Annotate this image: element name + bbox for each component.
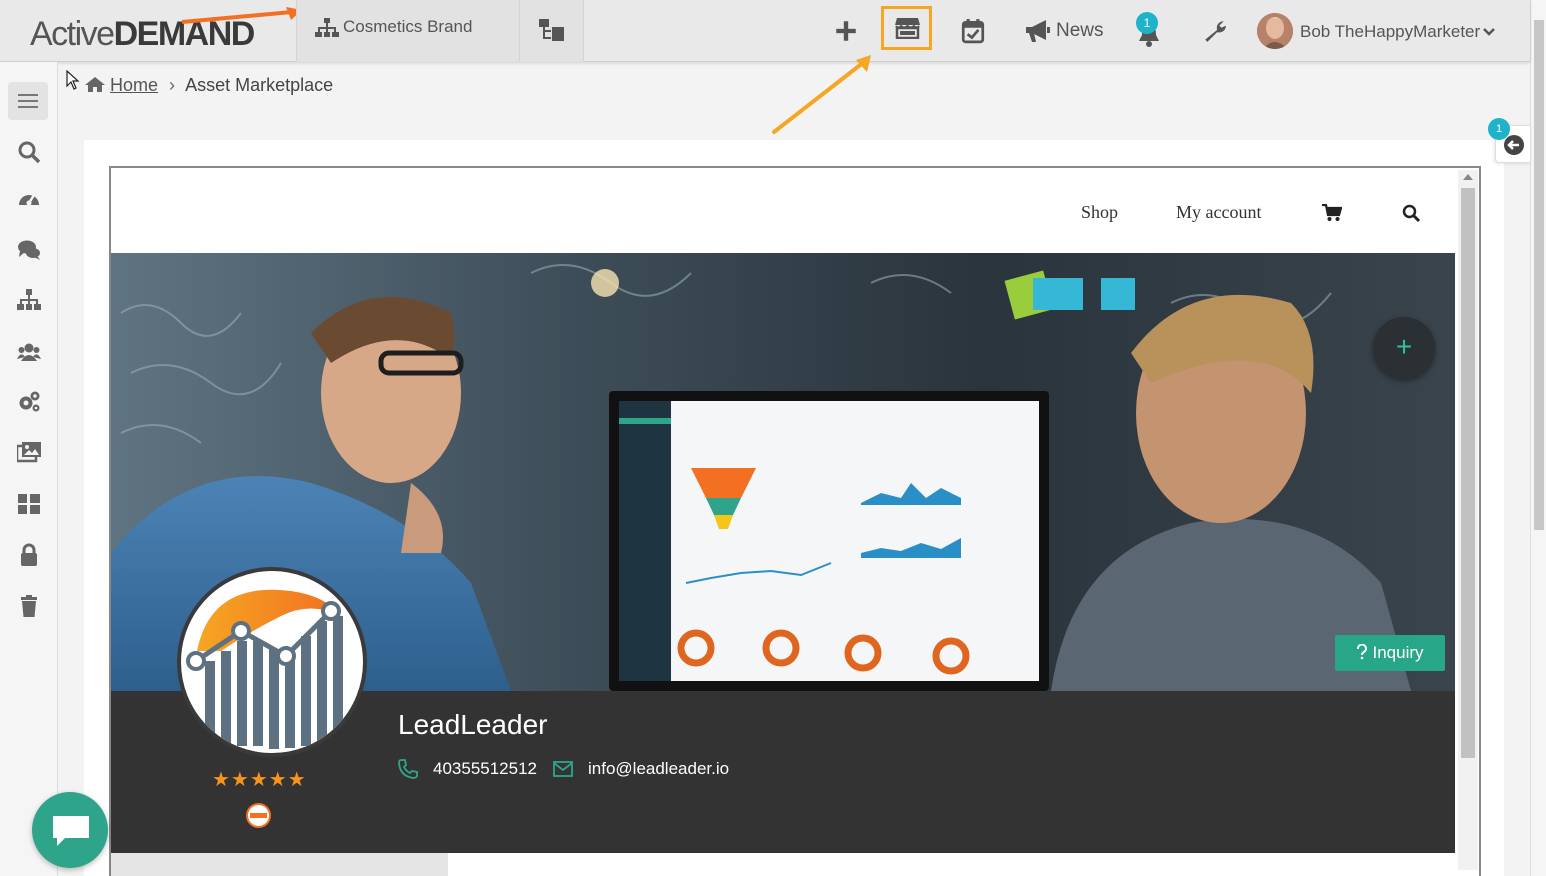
seller-badge-icon — [246, 803, 271, 828]
mouse-cursor-icon — [66, 70, 80, 90]
logo-swoosh-icon — [181, 7, 302, 24]
side-panel-badge: 1 — [1488, 118, 1510, 140]
arrow-left-circle-icon — [1504, 135, 1524, 155]
scroll-up-icon[interactable] — [1463, 174, 1473, 180]
question-icon — [1357, 643, 1368, 660]
logo-text-active: Active — [30, 15, 115, 53]
breadcrumb-home-link[interactable]: Home — [110, 75, 158, 95]
store-nav-my-account[interactable]: My account — [1176, 202, 1261, 223]
company-phone[interactable]: 40355512512 — [433, 759, 537, 779]
apps-icon[interactable] — [17, 492, 41, 516]
search-icon[interactable] — [17, 140, 41, 164]
badge-stripe-icon — [250, 813, 267, 818]
user-photo-icon — [1257, 13, 1293, 49]
menu-icon — [18, 94, 38, 108]
breadcrumb: Home › Asset Marketplace — [85, 75, 333, 96]
chat-bubble-icon — [53, 816, 89, 846]
store-search-icon[interactable] — [1402, 204, 1420, 222]
add-floating-button[interactable]: + — [1373, 317, 1435, 379]
brand-selector[interactable]: Cosmetics Brand — [296, 0, 520, 62]
phone-icon — [398, 759, 418, 779]
notification-badge: 1 — [1136, 12, 1158, 34]
wrench-icon[interactable] — [1202, 18, 1228, 44]
annotation-arrow-icon — [772, 55, 871, 134]
left-sidebar — [0, 62, 58, 876]
company-name: LeadLeader — [398, 709, 548, 740]
store-nav-shop[interactable]: Shop — [1081, 202, 1118, 223]
cart-icon[interactable] — [1322, 204, 1342, 222]
store-icon — [895, 18, 920, 39]
inquiry-label: Inquiry — [1372, 643, 1424, 662]
envelope-icon — [553, 761, 573, 777]
calendar-check-icon[interactable] — [960, 18, 986, 44]
users-icon[interactable] — [17, 340, 41, 364]
activedemand-logo[interactable]: ActiveDEMAND — [30, 7, 302, 56]
live-chat-button[interactable] — [32, 792, 108, 868]
company-email[interactable]: info@leadleader.io — [588, 759, 729, 779]
marketplace-button[interactable] — [881, 6, 932, 50]
chat-icon[interactable] — [17, 238, 41, 262]
media-icon[interactable] — [17, 441, 41, 465]
brand-selector-label: Cosmetics Brand — [343, 17, 473, 36]
megaphone-icon[interactable] — [1024, 19, 1050, 43]
company-logo — [177, 567, 367, 757]
inquiry-button[interactable]: Inquiry — [1335, 635, 1445, 671]
trash-icon[interactable] — [17, 594, 41, 618]
user-avatar[interactable] — [1257, 13, 1293, 49]
chevron-down-icon[interactable] — [1483, 27, 1495, 37]
dashboard-icon[interactable] — [17, 187, 41, 211]
sidebar-toggle-button[interactable] — [8, 82, 48, 120]
hierarchy-toggle-button[interactable] — [520, 0, 584, 62]
user-menu-name[interactable]: Bob TheHappyMarketer — [1300, 22, 1480, 42]
settings-icon[interactable] — [17, 390, 41, 414]
breadcrumb-current: Asset Marketplace — [185, 75, 334, 95]
news-link[interactable]: News — [1056, 20, 1104, 42]
breadcrumb-separator: › — [169, 75, 176, 95]
add-icon[interactable] — [833, 18, 859, 44]
lock-icon[interactable] — [17, 543, 41, 567]
home-icon — [85, 77, 105, 92]
page-scrollbar[interactable] — [1530, 0, 1546, 876]
sitemap-icon — [315, 18, 339, 37]
leadleader-logo-icon — [182, 572, 362, 752]
iframe-scrollbar-thumb[interactable] — [1461, 188, 1475, 758]
hierarchy-icon — [539, 19, 564, 41]
page-scrollbar-thumb[interactable] — [1534, 20, 1544, 530]
rating-stars: ★★★★★ — [212, 769, 307, 791]
store-tabs-area — [111, 853, 448, 876]
iframe-scrollbar[interactable] — [1458, 170, 1478, 870]
sitemap-icon[interactable] — [17, 288, 41, 312]
